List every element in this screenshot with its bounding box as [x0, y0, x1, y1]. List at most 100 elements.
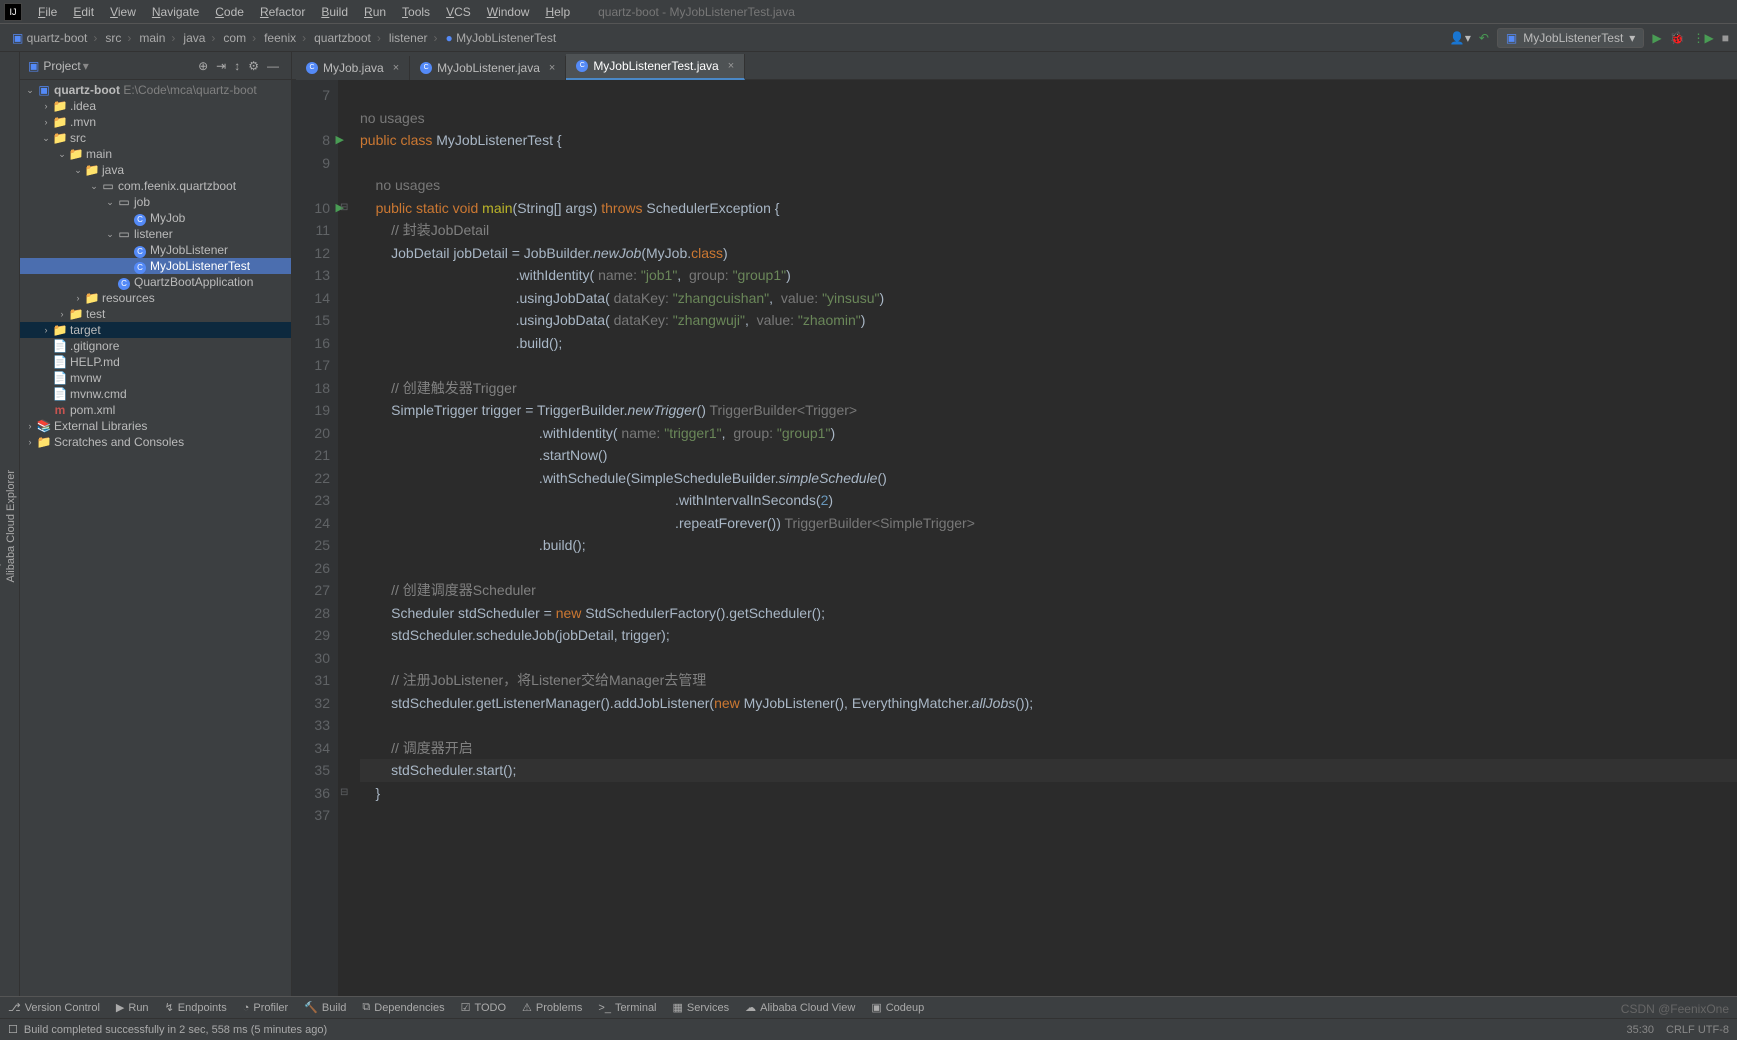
toolwin-endpoints[interactable]: ↯Endpoints	[165, 1001, 227, 1014]
menu-refactor[interactable]: Refactor	[252, 5, 313, 19]
tree-item-listener[interactable]: ⌄▭listener	[20, 226, 291, 242]
tab-MyJob.java[interactable]: CMyJob.java×	[296, 56, 410, 80]
tree-item-java[interactable]: ⌄📁java	[20, 162, 291, 178]
project-tree[interactable]: ⌄▣quartz-boot E:\Code\mca\quartz-boot ›📁.…	[20, 80, 291, 996]
tree-item-pom-xml[interactable]: mpom.xml	[20, 402, 291, 418]
code-line-9[interactable]	[360, 152, 1737, 175]
code-line-10[interactable]: ⊟ public static void main(String[] args)…	[360, 197, 1737, 220]
tree-item-com-feenix-quartzboot[interactable]: ⌄▭com.feenix.quartzboot	[20, 178, 291, 194]
code-line-21[interactable]: .startNow()	[360, 444, 1737, 467]
toolwin-codeup[interactable]: ▣Codeup	[871, 1001, 924, 1014]
breadcrumb-src[interactable]: src	[101, 31, 135, 45]
code-line-16[interactable]: .build();	[360, 332, 1737, 355]
expand-icon[interactable]: ⇥	[212, 59, 230, 73]
tree-item-test[interactable]: ›📁test	[20, 306, 291, 322]
tree-scratch[interactable]: ›📁Scratches and Consoles	[20, 434, 291, 450]
menu-build[interactable]: Build	[313, 5, 356, 19]
breadcrumb-listener[interactable]: listener	[385, 31, 442, 45]
code-line-8[interactable]: public class MyJobListenerTest {	[360, 129, 1737, 152]
code-line-27[interactable]: // 创建调度器Scheduler	[360, 579, 1737, 602]
code-line-29[interactable]: stdScheduler.scheduleJob(jobDetail, trig…	[360, 624, 1737, 647]
tree-item-job[interactable]: ⌄▭job	[20, 194, 291, 210]
menu-vcs[interactable]: VCS	[438, 5, 479, 19]
code-line-37[interactable]	[360, 804, 1737, 827]
tree-item-MyJob[interactable]: CMyJob	[20, 210, 291, 226]
left-tab-project[interactable]: Project	[0, 462, 3, 591]
code-line-26[interactable]	[360, 557, 1737, 580]
menu-tools[interactable]: Tools	[394, 5, 438, 19]
status-encoding[interactable]: CRLF UTF-8	[1666, 1024, 1729, 1036]
code-line-33[interactable]	[360, 714, 1737, 737]
tree-item-HELP-md[interactable]: 📄HELP.md	[20, 354, 291, 370]
code-line-17[interactable]	[360, 354, 1737, 377]
code-line-31[interactable]: // 注册JobListener，将Listener交给Manager去管理	[360, 669, 1737, 692]
tree-extlib[interactable]: ›📚External Libraries	[20, 418, 291, 434]
breadcrumb-com[interactable]: com	[219, 31, 260, 45]
gutter[interactable]: 78▶910▶111213141516171819202122232425262…	[292, 80, 338, 996]
collapse-icon[interactable]: ↕	[230, 59, 244, 73]
left-tab-alibaba-cloud-explorer[interactable]: Alibaba Cloud Explorer	[3, 462, 19, 591]
hide-icon[interactable]: —	[263, 59, 283, 73]
toolwin-dependencies[interactable]: ⧉Dependencies	[362, 1001, 444, 1014]
tree-item-QuartzBootApplication[interactable]: CQuartzBootApplication	[20, 274, 291, 290]
more-run-icon[interactable]: ⋮▶	[1693, 31, 1714, 45]
menu-code[interactable]: Code	[207, 5, 252, 19]
tree-root[interactable]: ⌄▣quartz-boot E:\Code\mca\quartz-boot	[20, 82, 291, 98]
tree-item-mvnw[interactable]: 📄mvnw	[20, 370, 291, 386]
menu-navigate[interactable]: Navigate	[144, 5, 207, 19]
tree-item-resources[interactable]: ›📁resources	[20, 290, 291, 306]
fold-icon[interactable]: ⊟	[340, 782, 348, 805]
menu-file[interactable]: File	[30, 5, 65, 19]
tree-item--gitignore[interactable]: 📄.gitignore	[20, 338, 291, 354]
code-line-22[interactable]: .withSchedule(SimpleScheduleBuilder.simp…	[360, 467, 1737, 490]
project-title[interactable]: Project	[43, 59, 80, 73]
stop-icon[interactable]: ■	[1722, 31, 1729, 45]
code-line-36[interactable]: ⊟ }	[360, 782, 1737, 805]
toolwin-version-control[interactable]: ⎇Version Control	[8, 1001, 100, 1014]
toolwin-run[interactable]: ▶Run	[116, 1001, 149, 1014]
user-icon[interactable]: 👤▾	[1450, 31, 1471, 45]
toolwin-terminal[interactable]: >_Terminal	[598, 1002, 656, 1014]
toolwin-build[interactable]: 🔨Build	[304, 1001, 346, 1014]
fold-icon[interactable]: ⊟	[340, 197, 348, 220]
close-icon[interactable]: ×	[728, 60, 734, 72]
toolwin-alibaba-cloud-view[interactable]: ☁Alibaba Cloud View	[745, 1001, 855, 1014]
breadcrumb-quartz-boot[interactable]: ▣ quartz-boot	[8, 31, 101, 45]
breadcrumb-MyJobListenerTest[interactable]: ● MyJobListenerTest	[442, 31, 561, 45]
tab-MyJobListenerTest.java[interactable]: CMyJobListenerTest.java×	[566, 54, 745, 80]
tree-item--mvn[interactable]: ›📁.mvn	[20, 114, 291, 130]
code-line-24[interactable]: .repeatForever()) TriggerBuilder<SimpleT…	[360, 512, 1737, 535]
code-line-25[interactable]: .build();	[360, 534, 1737, 557]
menu-view[interactable]: View	[102, 5, 144, 19]
chevron-down-icon[interactable]: ▾	[83, 59, 89, 73]
gear-icon[interactable]: ⚙	[244, 59, 263, 73]
close-icon[interactable]: ×	[549, 62, 555, 74]
debug-icon[interactable]: 🐞	[1670, 31, 1685, 45]
reload-icon[interactable]: ↶	[1479, 31, 1489, 45]
code-line-28[interactable]: Scheduler stdScheduler = new StdSchedule…	[360, 602, 1737, 625]
select-file-icon[interactable]: ⊕	[194, 59, 212, 73]
breadcrumb-quartzboot[interactable]: quartzboot	[310, 31, 385, 45]
breadcrumb-main[interactable]: main	[135, 31, 179, 45]
menu-help[interactable]: Help	[537, 5, 578, 19]
tree-item-MyJobListener[interactable]: CMyJobListener	[20, 242, 291, 258]
toolwin-todo[interactable]: ☑TODO	[461, 1001, 506, 1014]
code-line-7[interactable]	[360, 84, 1737, 107]
code-line-usage[interactable]: no usages	[360, 174, 1737, 197]
tree-item-target[interactable]: ›📁target	[20, 322, 291, 338]
code-line-12[interactable]: JobDetail jobDetail = JobBuilder.newJob(…	[360, 242, 1737, 265]
code-line-23[interactable]: .withIntervalInSeconds(2)	[360, 489, 1737, 512]
menu-run[interactable]: Run	[356, 5, 394, 19]
code-line-19[interactable]: SimpleTrigger trigger = TriggerBuilder.n…	[360, 399, 1737, 422]
code-line-35[interactable]: stdScheduler.start();	[360, 759, 1737, 782]
run-config-dropdown[interactable]: ▣ MyJobListenerTest ▾	[1497, 28, 1644, 48]
menu-window[interactable]: Window	[479, 5, 538, 19]
menu-edit[interactable]: Edit	[65, 5, 102, 19]
tree-item-src[interactable]: ⌄📁src	[20, 130, 291, 146]
tree-item-main[interactable]: ⌄📁main	[20, 146, 291, 162]
tree-item-mvnw-cmd[interactable]: 📄mvnw.cmd	[20, 386, 291, 402]
code-line-usage[interactable]: no usages	[360, 107, 1737, 130]
tree-item-MyJobListenerTest[interactable]: CMyJobListenerTest	[20, 258, 291, 274]
toolwin-profiler[interactable]: ◔Profiler	[243, 1002, 289, 1014]
status-icon[interactable]: ☐	[8, 1023, 18, 1036]
